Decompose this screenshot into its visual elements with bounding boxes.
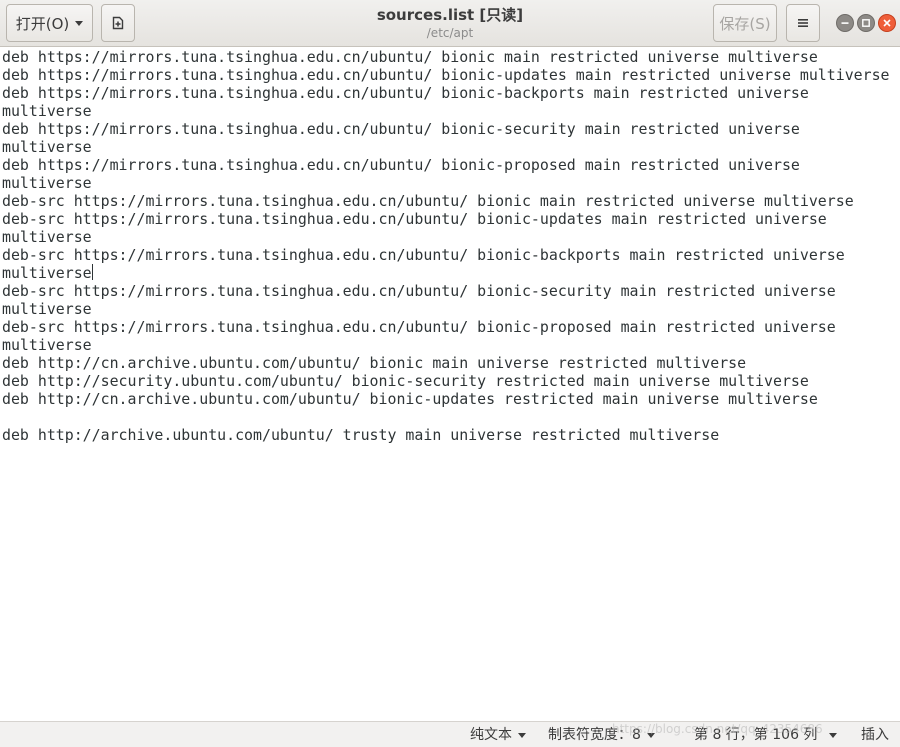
text-line: deb https://mirrors.tuna.tsinghua.edu.cn… bbox=[2, 120, 800, 138]
text-line: deb https://mirrors.tuna.tsinghua.edu.cn… bbox=[2, 84, 809, 102]
maximize-icon bbox=[862, 19, 870, 27]
window-title-area: sources.list [只读] /etc/apt bbox=[250, 5, 650, 41]
text-line: multiverse bbox=[2, 174, 92, 192]
text-cursor bbox=[92, 264, 93, 280]
cursor-position-label: 第 8 行，第 106 列 bbox=[694, 727, 818, 743]
chevron-down-icon bbox=[75, 20, 84, 26]
text-line: deb http://security.ubuntu.com/ubuntu/ b… bbox=[2, 372, 809, 390]
hamburger-menu-icon bbox=[798, 19, 808, 27]
menu-button[interactable] bbox=[786, 4, 820, 42]
text-line: deb http://archive.ubuntu.com/ubuntu/ tr… bbox=[2, 426, 720, 444]
new-document-icon bbox=[112, 16, 124, 30]
close-button[interactable] bbox=[878, 14, 896, 32]
new-document-button[interactable] bbox=[101, 4, 135, 42]
open-button[interactable]: 打开(O) bbox=[6, 4, 93, 42]
text-line: multiverse bbox=[2, 102, 92, 120]
text-line: multiverse bbox=[2, 228, 92, 246]
minimize-icon bbox=[841, 22, 849, 24]
text-line: multiverse bbox=[2, 264, 92, 282]
text-line: multiverse bbox=[2, 138, 92, 156]
text-line: deb-src https://mirrors.tuna.tsinghua.ed… bbox=[2, 246, 845, 264]
language-selector[interactable]: 纯文本 bbox=[470, 725, 526, 745]
text-line: deb-src https://mirrors.tuna.tsinghua.ed… bbox=[2, 210, 827, 228]
text-line: deb-src https://mirrors.tuna.tsinghua.ed… bbox=[2, 192, 854, 210]
chevron-down-icon bbox=[518, 732, 526, 738]
insert-mode-indicator[interactable]: 插入 bbox=[861, 725, 889, 745]
chevron-down-icon bbox=[646, 732, 655, 738]
text-line: deb https://mirrors.tuna.tsinghua.edu.cn… bbox=[2, 66, 890, 84]
close-icon bbox=[883, 19, 891, 27]
status-bar: 纯文本 制表符宽度：8 第 8 行，第 106 列 插入 bbox=[0, 721, 900, 747]
save-button-label: 保存(S) bbox=[719, 14, 771, 33]
chevron-down-icon bbox=[829, 732, 838, 738]
language-label: 纯文本 bbox=[470, 727, 512, 743]
text-line: deb https://mirrors.tuna.tsinghua.edu.cn… bbox=[2, 156, 800, 174]
cursor-position-selector[interactable]: 第 8 行，第 106 列 bbox=[694, 725, 838, 745]
window-title: sources.list [只读] bbox=[376, 6, 524, 24]
maximize-button[interactable] bbox=[857, 14, 875, 32]
text-line: multiverse bbox=[2, 300, 92, 318]
window-subtitle: /etc/apt bbox=[426, 26, 474, 40]
text-line: deb http://cn.archive.ubuntu.com/ubuntu/… bbox=[2, 390, 818, 408]
open-button-label: 打开(O) bbox=[15, 14, 70, 33]
insert-mode-label: 插入 bbox=[861, 727, 889, 743]
text-line: deb-src https://mirrors.tuna.tsinghua.ed… bbox=[2, 282, 836, 300]
header-bar: 打开(O) sources.list [只读] /etc/apt 保存(S) bbox=[0, 0, 900, 47]
save-button[interactable]: 保存(S) bbox=[713, 4, 777, 42]
text-line: deb-src https://mirrors.tuna.tsinghua.ed… bbox=[2, 318, 836, 336]
text-line: deb https://mirrors.tuna.tsinghua.edu.cn… bbox=[2, 48, 818, 66]
text-editor[interactable]: deb https://mirrors.tuna.tsinghua.edu.cn… bbox=[0, 47, 900, 721]
tab-width-label: 制表符宽度：8 bbox=[548, 727, 641, 743]
minimize-button[interactable] bbox=[836, 14, 854, 32]
text-line: multiverse bbox=[2, 336, 92, 354]
tab-width-selector[interactable]: 制表符宽度：8 bbox=[548, 725, 655, 745]
text-line: deb http://cn.archive.ubuntu.com/ubuntu/… bbox=[2, 354, 747, 372]
